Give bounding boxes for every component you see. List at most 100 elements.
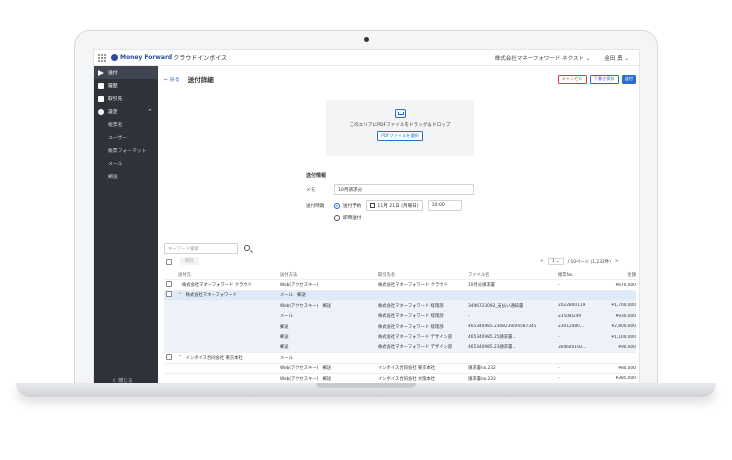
select-pdf-button[interactable]: PDFファイルを選択 — [377, 131, 423, 141]
cell-method: 郵送 — [280, 335, 289, 341]
cell-client: 株式会社マネーフォワード 経理部 — [378, 324, 444, 330]
cell-method: Web(アクセスキー) 郵送 — [280, 376, 332, 382]
header-actions: キャンセル 下書き保存 送付 — [557, 74, 636, 84]
cell-method: メール 郵送 — [280, 293, 306, 299]
cell-from: 株式会社マネーフォワード — [185, 293, 237, 299]
cell-from: 株式会社マネーフォワード クラウド — [182, 283, 252, 289]
sidebar-item-clients[interactable]: 取引先 — [94, 92, 158, 105]
cell-amount: ¥80,000 — [618, 365, 636, 371]
memo-input[interactable]: 10月請求分 — [334, 184, 474, 195]
col-amount[interactable]: 金額 — [598, 272, 636, 278]
send-button[interactable]: 送付 — [621, 74, 636, 84]
cell-client: インボイス合同会社 東京本社 — [378, 366, 436, 372]
cell-no: 23508l249 — [558, 313, 582, 319]
pager-next[interactable]: > — [615, 259, 619, 264]
cell-client: 株式会社マネーフォワード 経理部 — [378, 303, 444, 309]
cell-client: 株式会社マネーフォワード クラウド — [378, 283, 448, 289]
pdf-drop-zone[interactable]: このエリアにPDFファイルをドラッグ＆ドロップ PDFファイルを選択 — [326, 100, 474, 156]
cell-method: Web(アクセスキー) — [280, 283, 319, 289]
app-grid-icon[interactable] — [98, 53, 106, 62]
scheduled-radio[interactable] — [334, 202, 340, 209]
table-row[interactable]: 郵送 株式会社マネーフォワード デザイン部 465340985.25請求書... - ¥… — [164, 332, 636, 343]
document-icon — [98, 82, 104, 89]
table-row[interactable]: ^ 株式会社マネーフォワード メール 郵送 — [164, 290, 636, 302]
cell-file: 3496723092_支払い通知書 — [468, 303, 524, 309]
app-logo[interactable]: Money Forward クラウドインボイス — [111, 53, 227, 62]
date-value: 11月 21日 (月曜日) — [377, 203, 419, 209]
cell-file: 465340985.23請求書... — [468, 345, 517, 351]
timing-row: 送付時期 送付予約 11月 21日 (月曜日) 10:00 — [306, 200, 462, 211]
gear-icon — [98, 108, 104, 115]
page-header: ← 戻る 送付詳細 キャンセル 下書き保存 送付 — [164, 72, 636, 86]
table-row[interactable]: Web(アクセスキー) 郵送 株式会社マネーフォワード 経理部 3496723092… — [164, 301, 636, 312]
sidebar-item-label: 履歴 — [108, 84, 118, 89]
table-row[interactable]: 郵送 株式会社マネーフォワード デザイン部 465340985.23請求書... 30… — [164, 342, 636, 354]
user-menu[interactable]: 金田 勇 ⌄ — [604, 54, 629, 62]
sidebar-item-settings[interactable]: 設定 ^ — [94, 105, 158, 118]
logo-sub: クラウドインボイス — [173, 55, 228, 62]
sidebar-subitem-mail[interactable]: メール — [94, 157, 158, 170]
col-from[interactable]: 送付元 — [174, 272, 280, 278]
sidebar-subitem-post[interactable]: 郵送 — [94, 170, 158, 183]
table-row[interactable]: Web(アクセスキー) 郵送 インボイス合同会社 東京本社 請求書no.232 - ¥8… — [164, 364, 636, 374]
sidebar-item-label: 設定 — [108, 110, 118, 115]
time-input[interactable]: 10:00 — [427, 200, 462, 211]
row-checkbox[interactable] — [166, 291, 172, 298]
date-picker[interactable]: 11月 21日 (月曜日) — [366, 200, 423, 211]
cell-client: インボイス合同会社 大阪本社 — [378, 376, 436, 382]
sidebar-item-history[interactable]: 履歴 — [94, 79, 158, 92]
sidebar-subitem-forms[interactable]: 帳票名 — [94, 118, 158, 131]
cell-no: - — [558, 282, 560, 288]
cell-amount: ¥1,700,000 — [611, 303, 636, 309]
sidebar-subitem-formats[interactable]: 帳票フォーマット — [94, 144, 158, 157]
cell-method: メール — [280, 314, 293, 320]
cancel-button[interactable]: キャンセル — [557, 74, 587, 84]
cell-no: - — [558, 365, 560, 371]
table-header: 送付元 送付方法 取引先名 ファイル名 帳票No. 金額 — [164, 270, 636, 281]
laptop-notch — [316, 383, 416, 388]
col-no[interactable]: 帳票No. — [558, 272, 598, 278]
company-switcher[interactable]: 株式会社マネーフォワード ネクスト ⌄ — [495, 54, 591, 62]
camera-dot — [364, 37, 369, 42]
chevron-up-icon: ^ — [147, 108, 152, 115]
cell-amount: ¥385,000 — [615, 376, 636, 382]
page-select[interactable]: 1 ⌄ — [547, 258, 564, 265]
table-row[interactable]: メール 株式会社マネーフォワード 経理部 - 23508l249 ¥930,000 — [164, 311, 636, 322]
col-client[interactable]: 取引先名 — [378, 272, 468, 278]
cell-amount: ¥1,100,000 — [611, 334, 636, 340]
inbox-icon — [394, 109, 406, 118]
cell-file: - — [468, 313, 470, 319]
row-checkbox[interactable] — [166, 281, 172, 288]
cell-client: 株式会社マネーフォワード 経理部 — [378, 314, 444, 320]
table-row[interactable]: 郵送 株式会社マネーフォワード 経理部 465340985.2308239/0458… — [164, 321, 636, 333]
sidebar-subitem-users[interactable]: ユーザー — [94, 131, 158, 144]
cell-method: Web(アクセスキー) 郵送 — [280, 303, 332, 309]
cell-amount: ¥670,000 — [615, 282, 636, 288]
search-input[interactable]: キーワード検索 — [164, 243, 238, 254]
col-file[interactable]: ファイル名 — [468, 272, 558, 278]
chevron-up-icon[interactable]: ^ — [178, 355, 182, 360]
chevron-up-icon[interactable]: ^ — [178, 293, 182, 298]
table-row[interactable]: ^ インボイス合同会社 東京本社 メール — [164, 353, 636, 364]
row-checkbox[interactable] — [166, 353, 172, 360]
sidebar-item-label: 取引先 — [108, 97, 123, 102]
pager-prev[interactable]: < — [540, 259, 544, 264]
save-draft-button[interactable]: 下書き保存 — [589, 74, 619, 84]
cell-client: 株式会社マネーフォワード デザイン部 — [378, 345, 453, 351]
page-title: 送付詳細 — [187, 76, 214, 84]
back-link[interactable]: ← 戻る — [164, 76, 180, 83]
cell-file: 465340985.2308239/04587345 — [468, 324, 537, 330]
cell-amount: ¥2,800,000 — [611, 324, 636, 330]
table-row[interactable]: 株式会社マネーフォワード クラウド Web(アクセスキー) 株式会社マネーフォワード… — [164, 280, 636, 291]
cell-file: 10月分請求書 — [468, 283, 495, 289]
sidebar-item-send[interactable]: 送付 — [94, 66, 158, 79]
send-icon — [98, 69, 104, 76]
select-all-checkbox[interactable] — [166, 259, 172, 265]
col-method[interactable]: 送付方法 — [280, 272, 378, 278]
immediate-radio[interactable] — [334, 215, 340, 221]
search-icon[interactable] — [244, 245, 250, 251]
immediate-label: 即時送付 — [343, 216, 362, 221]
cell-from: インボイス合同会社 東京本社 — [185, 355, 243, 361]
cell-no: - — [558, 334, 560, 340]
delete-button[interactable]: 削除 — [180, 257, 199, 265]
